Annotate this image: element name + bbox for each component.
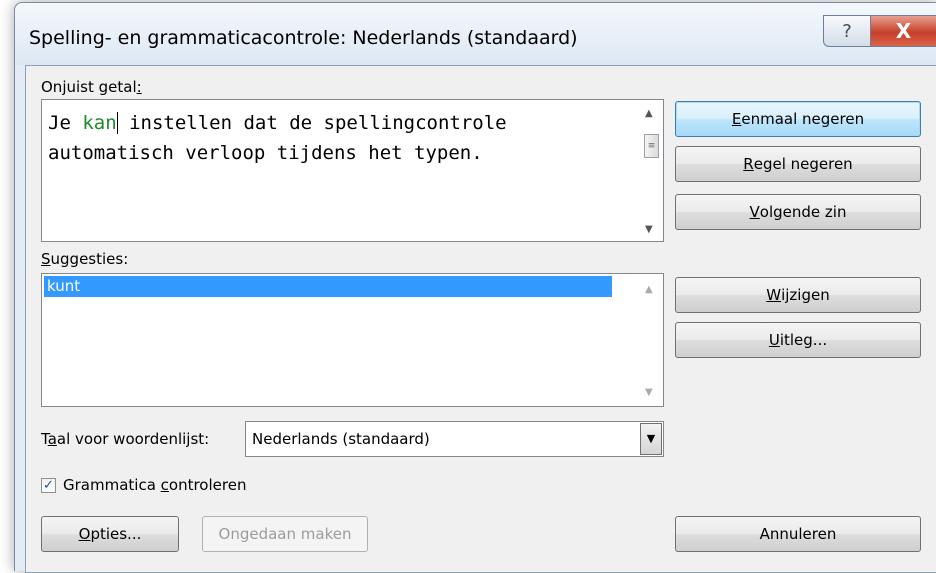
close-icon: X xyxy=(895,19,912,43)
help-icon: ? xyxy=(842,20,852,42)
dialog-window: Spelling- en grammaticacontrole: Nederla… xyxy=(14,2,936,573)
close-button[interactable]: X xyxy=(871,15,936,47)
dialog-body: Onjuist getal: Je kan instellen dat de s… xyxy=(25,65,936,573)
grammar-checkbox-label[interactable]: Grammatica controleren xyxy=(63,476,246,494)
suggestions-label: Suggesties: xyxy=(41,250,129,268)
scroll-thumb[interactable]: ≡ xyxy=(644,134,659,158)
language-selected-value: Nederlands (standaard) xyxy=(252,430,430,448)
check-icon: ✓ xyxy=(43,478,54,493)
suggestions-scrollbar[interactable]: ▲ ▼ xyxy=(641,274,663,406)
grammar-checkbox[interactable]: ✓ xyxy=(41,478,56,493)
cancel-button[interactable]: Annuleren xyxy=(675,516,921,552)
scroll-down-icon[interactable]: ▼ xyxy=(645,224,653,235)
undo-button[interactable]: Ongedaan maken xyxy=(202,516,368,552)
scroll-up-icon[interactable]: ▲ xyxy=(645,284,653,295)
title-bar[interactable]: Spelling- en grammaticacontrole: Nederla… xyxy=(15,3,936,65)
error-box-scrollbar[interactable]: ▲ ≡ ▼ xyxy=(641,100,663,241)
language-dropdown[interactable]: Nederlands (standaard) ▼ xyxy=(245,421,664,457)
next-sentence-button[interactable]: Volgende zin xyxy=(675,194,921,230)
window-title: Spelling- en grammaticacontrole: Nederla… xyxy=(29,27,578,49)
scroll-down-icon[interactable]: ▼ xyxy=(645,387,653,398)
suggestion-item[interactable]: kunt xyxy=(44,276,612,297)
suggestions-list[interactable]: kunt ▲ ▼ xyxy=(41,273,664,407)
change-button[interactable]: Wijzigen xyxy=(675,277,921,313)
scroll-up-icon[interactable]: ▲ xyxy=(645,108,653,119)
options-button[interactable]: Opties... xyxy=(41,516,179,552)
error-sentence: Je kan instellen dat de spellingcontrole… xyxy=(48,112,519,164)
explain-button[interactable]: Uitleg... xyxy=(675,322,921,358)
error-label: Onjuist getal: xyxy=(41,78,142,96)
language-label: Taal voor woordenlijst: xyxy=(41,430,210,448)
ignore-once-button[interactable]: Eenmaal negeren xyxy=(675,101,921,137)
error-word: kan xyxy=(82,112,117,134)
error-sentence-box[interactable]: Je kan instellen dat de spellingcontrole… xyxy=(41,99,664,242)
dropdown-button[interactable]: ▼ xyxy=(640,423,662,455)
help-button[interactable]: ? xyxy=(823,15,871,47)
chevron-down-icon: ▼ xyxy=(646,432,656,445)
ignore-rule-button[interactable]: Regel negeren xyxy=(675,146,921,182)
